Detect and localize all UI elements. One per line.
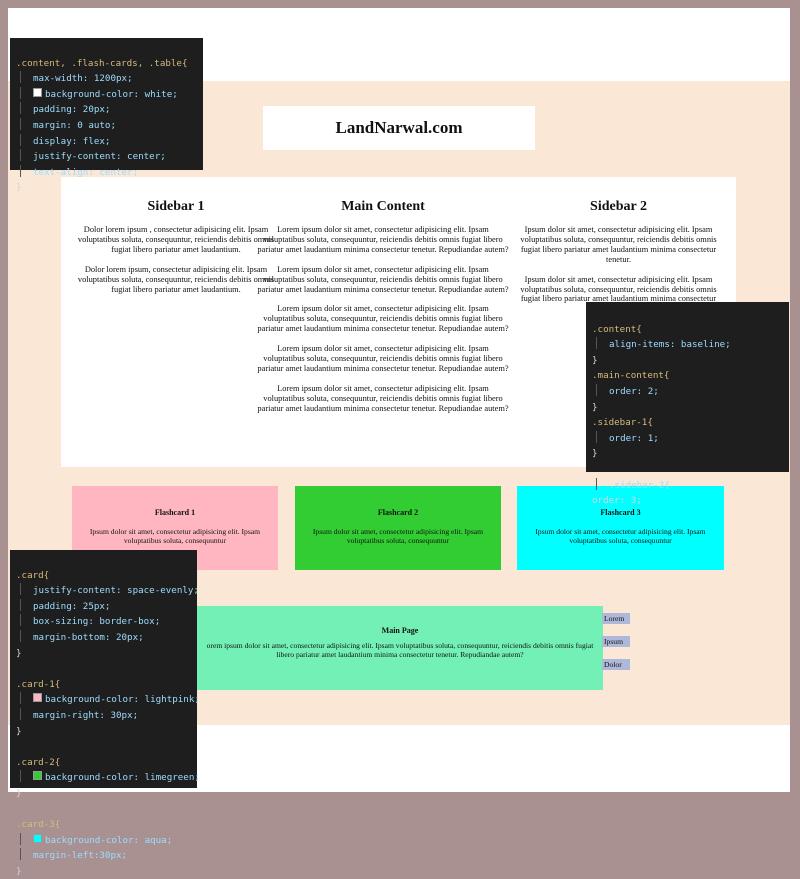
code-line: padding: 25px; xyxy=(33,600,111,612)
main-page-section: Main Page orem ipsum dolor sit amet, con… xyxy=(197,606,603,690)
flashcard-2: Flashcard 2 Ipsum dolor sit amet, consec… xyxy=(295,486,501,570)
main-content-paragraph: Lorem ipsum dolor sit amet, consectetur … xyxy=(257,383,509,413)
menu-item-lorem[interactable]: Lorem xyxy=(602,613,630,624)
code-line: padding: 20px; xyxy=(33,104,111,116)
sidebar-1-heading: Sidebar 1 xyxy=(147,199,205,214)
code-line: .card-1{ xyxy=(16,678,61,690)
code-line: } xyxy=(592,401,598,413)
code-line: .content, .flash-cards, .table{ xyxy=(16,57,188,69)
menu-item-dolor[interactable]: Dolor xyxy=(602,659,630,670)
color-swatch-aqua xyxy=(33,833,42,843)
main-content-paragraph: Lorem ipsum dolor sit amet, consectetur … xyxy=(257,225,509,254)
code-line: margin-bottom: 20px; xyxy=(33,631,144,643)
flashcard-title: Flashcard 1 xyxy=(154,508,196,517)
site-title: LandNarwal.com xyxy=(335,118,463,137)
color-swatch-lightpink xyxy=(33,693,42,703)
code-line: order: 1; xyxy=(609,432,659,444)
flashcard-text: Ipsum dolor sit amet, consectetur adipis… xyxy=(535,527,706,545)
code-line: justify-content: center; xyxy=(33,151,166,163)
code-line: order: 2; xyxy=(609,385,659,397)
color-swatch-limegreen xyxy=(33,771,42,781)
code-line: align-items: baseline; xyxy=(609,339,731,351)
code-panel-order: .content{ align-items: baseline;} .main-co… xyxy=(586,302,789,506)
code-line: .sidebar-2{ xyxy=(609,479,670,491)
sidebar-1: Sidebar 1 Dolor lorem ipsum , consectetu… xyxy=(71,199,281,304)
code-line: } xyxy=(592,448,598,460)
code-line: display: flex; xyxy=(33,135,111,147)
code-panel-card: .card{ justify-content: space-evenly; padd… xyxy=(10,550,200,877)
flashcard-text: Ipsum dolor sit amet, consectetur adipis… xyxy=(312,527,484,545)
sidebar-1-paragraph: Dolor lorem ipsum , consectetur adipisic… xyxy=(77,225,275,254)
code-line: } xyxy=(592,354,598,366)
code-line: background-color: white; xyxy=(45,88,178,100)
code-line: justify-content: space-evenly; xyxy=(33,585,199,597)
code-line: .main-content{ xyxy=(592,370,670,382)
code-line: .card-2{ xyxy=(16,756,61,768)
code-line: } xyxy=(16,182,22,194)
code-line: max-width: 1200px; xyxy=(33,73,133,85)
side-menu: Lorem Ipsum Dolor xyxy=(602,613,632,682)
main-content-heading: Main Content xyxy=(341,199,425,214)
code-line: .card-3{ xyxy=(16,819,61,831)
main-content: Main Content Lorem ipsum dolor sit amet,… xyxy=(257,199,509,424)
code-line: margin: 0 auto; xyxy=(33,119,116,131)
code-line: } xyxy=(16,725,22,737)
flashcard-title: Flashcard 3 xyxy=(600,508,641,517)
code-line: background-color: aqua; xyxy=(45,834,173,846)
code-line: .content{ xyxy=(592,323,642,335)
code-line: margin-right: 30px; xyxy=(33,709,139,721)
main-page-text: orem ipsum dolor sit amet, consectetur a… xyxy=(206,641,594,659)
main-content-paragraph: Lorem ipsum dolor sit amet, consectetur … xyxy=(257,264,509,294)
code-panel-flash-cards: .content, .flash-cards, .table{ max-width… xyxy=(10,38,203,193)
code-line: box-sizing: border-box; xyxy=(33,616,161,628)
sidebar-1-paragraph: Dolor lorem ipsum, consectetur adipisici… xyxy=(77,264,275,294)
code-line: margin-left:30px; xyxy=(33,850,128,862)
sidebar-2-heading: Sidebar 2 xyxy=(590,199,647,214)
code-line: } xyxy=(16,787,22,799)
code-line: .card{ xyxy=(16,569,50,581)
code-line: text-align: center; xyxy=(33,166,139,178)
code-line: order: 3; xyxy=(592,495,642,507)
sidebar-2-paragraph: Ipsum dolor sit amet, consectetur adipis… xyxy=(520,225,717,264)
menu-item-ipsum[interactable]: Ipsum xyxy=(602,636,630,647)
flashcard-title: Flashcard 2 xyxy=(377,508,419,517)
code-line: .sidebar-1{ xyxy=(592,417,653,429)
site-header: LandNarwal.com xyxy=(263,106,535,150)
main-page-title: Main Page xyxy=(381,626,419,635)
code-line: background-color: limegreen; xyxy=(45,772,200,784)
main-content-paragraph: Lorem ipsum dolor sit amet, consectetur … xyxy=(257,304,509,334)
code-line: } xyxy=(16,647,22,659)
color-swatch-white xyxy=(33,87,42,97)
code-line: background-color: lightpink; xyxy=(45,694,200,706)
code-line: } xyxy=(16,865,22,877)
main-content-paragraph: Lorem ipsum dolor sit amet, consectetur … xyxy=(257,344,509,373)
flashcard-text: Ipsum dolor sit amet, consectetur adipis… xyxy=(89,527,261,545)
